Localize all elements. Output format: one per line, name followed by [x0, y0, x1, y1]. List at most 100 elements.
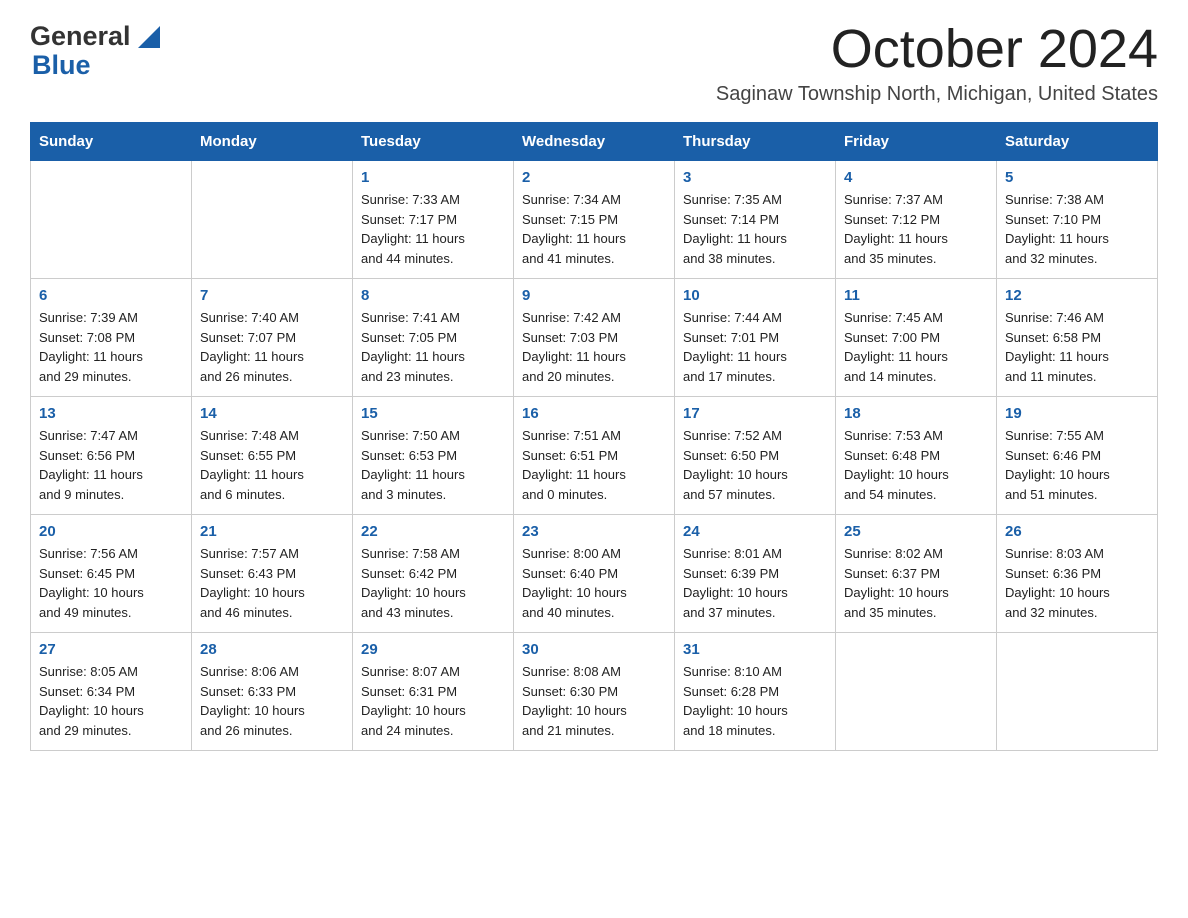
calendar-cell: 4 Sunrise: 7:37 AMSunset: 7:12 PMDaylight… [836, 161, 997, 279]
day-info: Sunrise: 7:41 AMSunset: 7:05 PMDaylight:… [361, 308, 505, 386]
day-number: 19 [1005, 405, 1149, 422]
logo: General Blue [30, 20, 164, 81]
calendar-cell: 12 Sunrise: 7:46 AMSunset: 6:58 PMDayligh… [997, 279, 1158, 397]
day-number: 25 [844, 523, 988, 540]
day-number: 30 [522, 641, 666, 658]
title-block: October 2024 Saginaw Township North, Mic… [716, 20, 1158, 106]
calendar-cell: 21 Sunrise: 7:57 AMSunset: 6:43 PMDayligh… [192, 515, 353, 633]
calendar-cell: 5 Sunrise: 7:38 AMSunset: 7:10 PMDaylight… [997, 161, 1158, 279]
calendar-cell [192, 161, 353, 279]
calendar-cell: 6 Sunrise: 7:39 AMSunset: 7:08 PMDaylight… [31, 279, 192, 397]
day-info: Sunrise: 7:51 AMSunset: 6:51 PMDaylight:… [522, 426, 666, 504]
day-info: Sunrise: 7:42 AMSunset: 7:03 PMDaylight:… [522, 308, 666, 386]
day-info: Sunrise: 8:10 AMSunset: 6:28 PMDaylight:… [683, 662, 827, 740]
calendar-cell: 25 Sunrise: 8:02 AMSunset: 6:37 PMDayligh… [836, 515, 997, 633]
calendar-table: SundayMondayTuesdayWednesdayThursdayFrid… [30, 122, 1158, 751]
calendar-cell [836, 633, 997, 751]
day-info: Sunrise: 7:45 AMSunset: 7:00 PMDaylight:… [844, 308, 988, 386]
day-info: Sunrise: 7:33 AMSunset: 7:17 PMDaylight:… [361, 190, 505, 268]
calendar-header-row: SundayMondayTuesdayWednesdayThursdayFrid… [31, 123, 1158, 161]
day-number: 12 [1005, 287, 1149, 304]
calendar-cell: 13 Sunrise: 7:47 AMSunset: 6:56 PMDayligh… [31, 397, 192, 515]
day-number: 28 [200, 641, 344, 658]
calendar-cell: 16 Sunrise: 7:51 AMSunset: 6:51 PMDayligh… [514, 397, 675, 515]
day-info: Sunrise: 7:47 AMSunset: 6:56 PMDaylight:… [39, 426, 183, 504]
calendar-cell: 8 Sunrise: 7:41 AMSunset: 7:05 PMDaylight… [353, 279, 514, 397]
day-number: 10 [683, 287, 827, 304]
calendar-cell: 23Sunrise: 8:00 AMSunset: 6:40 PMDayligh… [514, 515, 675, 633]
day-info: Sunrise: 7:50 AMSunset: 6:53 PMDaylight:… [361, 426, 505, 504]
calendar-header-thursday: Thursday [675, 123, 836, 161]
day-number: 7 [200, 287, 344, 304]
day-number: 5 [1005, 169, 1149, 186]
calendar-header-sunday: Sunday [31, 123, 192, 161]
day-number: 13 [39, 405, 183, 422]
day-info: Sunrise: 7:39 AMSunset: 7:08 PMDaylight:… [39, 308, 183, 386]
page-header: General Blue October 2024 Saginaw Townsh… [30, 20, 1158, 106]
day-info: Sunrise: 7:53 AMSunset: 6:48 PMDaylight:… [844, 426, 988, 504]
day-info: Sunrise: 7:56 AMSunset: 6:45 PMDaylight:… [39, 544, 183, 622]
day-info: Sunrise: 7:37 AMSunset: 7:12 PMDaylight:… [844, 190, 988, 268]
day-number: 27 [39, 641, 183, 658]
day-info: Sunrise: 7:34 AMSunset: 7:15 PMDaylight:… [522, 190, 666, 268]
calendar-header-friday: Friday [836, 123, 997, 161]
calendar-header-saturday: Saturday [997, 123, 1158, 161]
calendar-week-row: 13 Sunrise: 7:47 AMSunset: 6:56 PMDayligh… [31, 397, 1158, 515]
day-number: 20 [39, 523, 183, 540]
calendar-cell: 14Sunrise: 7:48 AMSunset: 6:55 PMDayligh… [192, 397, 353, 515]
day-number: 1 [361, 169, 505, 186]
day-info: Sunrise: 7:38 AMSunset: 7:10 PMDaylight:… [1005, 190, 1149, 268]
calendar-header-wednesday: Wednesday [514, 123, 675, 161]
day-info: Sunrise: 7:52 AMSunset: 6:50 PMDaylight:… [683, 426, 827, 504]
day-number: 4 [844, 169, 988, 186]
day-info: Sunrise: 7:57 AMSunset: 6:43 PMDaylight:… [200, 544, 344, 622]
day-info: Sunrise: 8:00 AMSunset: 6:40 PMDaylight:… [522, 544, 666, 622]
calendar-cell [31, 161, 192, 279]
calendar-cell: 2 Sunrise: 7:34 AMSunset: 7:15 PMDaylight… [514, 161, 675, 279]
month-title: October 2024 [716, 20, 1158, 79]
day-info: Sunrise: 8:01 AMSunset: 6:39 PMDaylight:… [683, 544, 827, 622]
calendar-cell: 10Sunrise: 7:44 AMSunset: 7:01 PMDayligh… [675, 279, 836, 397]
calendar-cell: 17 Sunrise: 7:52 AMSunset: 6:50 PMDayligh… [675, 397, 836, 515]
day-number: 22 [361, 523, 505, 540]
calendar-cell: 27 Sunrise: 8:05 AMSunset: 6:34 PMDayligh… [31, 633, 192, 751]
calendar-cell: 28Sunrise: 8:06 AMSunset: 6:33 PMDayligh… [192, 633, 353, 751]
day-number: 16 [522, 405, 666, 422]
day-number: 17 [683, 405, 827, 422]
day-info: Sunrise: 7:58 AMSunset: 6:42 PMDaylight:… [361, 544, 505, 622]
day-number: 14 [200, 405, 344, 422]
day-number: 9 [522, 287, 666, 304]
calendar-header-tuesday: Tuesday [353, 123, 514, 161]
day-number: 26 [1005, 523, 1149, 540]
day-info: Sunrise: 8:08 AMSunset: 6:30 PMDaylight:… [522, 662, 666, 740]
day-number: 15 [361, 405, 505, 422]
day-number: 2 [522, 169, 666, 186]
calendar-cell: 26 Sunrise: 8:03 AMSunset: 6:36 PMDayligh… [997, 515, 1158, 633]
day-info: Sunrise: 7:55 AMSunset: 6:46 PMDaylight:… [1005, 426, 1149, 504]
day-number: 3 [683, 169, 827, 186]
calendar-cell: 30 Sunrise: 8:08 AMSunset: 6:30 PMDayligh… [514, 633, 675, 751]
day-number: 11 [844, 287, 988, 304]
calendar-cell: 7 Sunrise: 7:40 AMSunset: 7:07 PMDaylight… [192, 279, 353, 397]
calendar-cell: 3Sunrise: 7:35 AMSunset: 7:14 PMDaylight… [675, 161, 836, 279]
day-number: 6 [39, 287, 183, 304]
day-info: Sunrise: 8:02 AMSunset: 6:37 PMDaylight:… [844, 544, 988, 622]
calendar-header-monday: Monday [192, 123, 353, 161]
day-number: 21 [200, 523, 344, 540]
day-info: Sunrise: 8:03 AMSunset: 6:36 PMDaylight:… [1005, 544, 1149, 622]
calendar-week-row: 6 Sunrise: 7:39 AMSunset: 7:08 PMDaylight… [31, 279, 1158, 397]
day-number: 31 [683, 641, 827, 658]
calendar-cell: 9 Sunrise: 7:42 AMSunset: 7:03 PMDaylight… [514, 279, 675, 397]
day-number: 29 [361, 641, 505, 658]
logo-blue-text: Blue [32, 50, 91, 81]
calendar-week-row: 1 Sunrise: 7:33 AMSunset: 7:17 PMDaylight… [31, 161, 1158, 279]
calendar-cell: 15 Sunrise: 7:50 AMSunset: 6:53 PMDayligh… [353, 397, 514, 515]
day-number: 8 [361, 287, 505, 304]
calendar-week-row: 27 Sunrise: 8:05 AMSunset: 6:34 PMDayligh… [31, 633, 1158, 751]
day-number: 24 [683, 523, 827, 540]
day-info: Sunrise: 7:46 AMSunset: 6:58 PMDaylight:… [1005, 308, 1149, 386]
day-info: Sunrise: 8:05 AMSunset: 6:34 PMDaylight:… [39, 662, 183, 740]
day-info: Sunrise: 7:40 AMSunset: 7:07 PMDaylight:… [200, 308, 344, 386]
day-number: 18 [844, 405, 988, 422]
calendar-cell: 19 Sunrise: 7:55 AMSunset: 6:46 PMDayligh… [997, 397, 1158, 515]
